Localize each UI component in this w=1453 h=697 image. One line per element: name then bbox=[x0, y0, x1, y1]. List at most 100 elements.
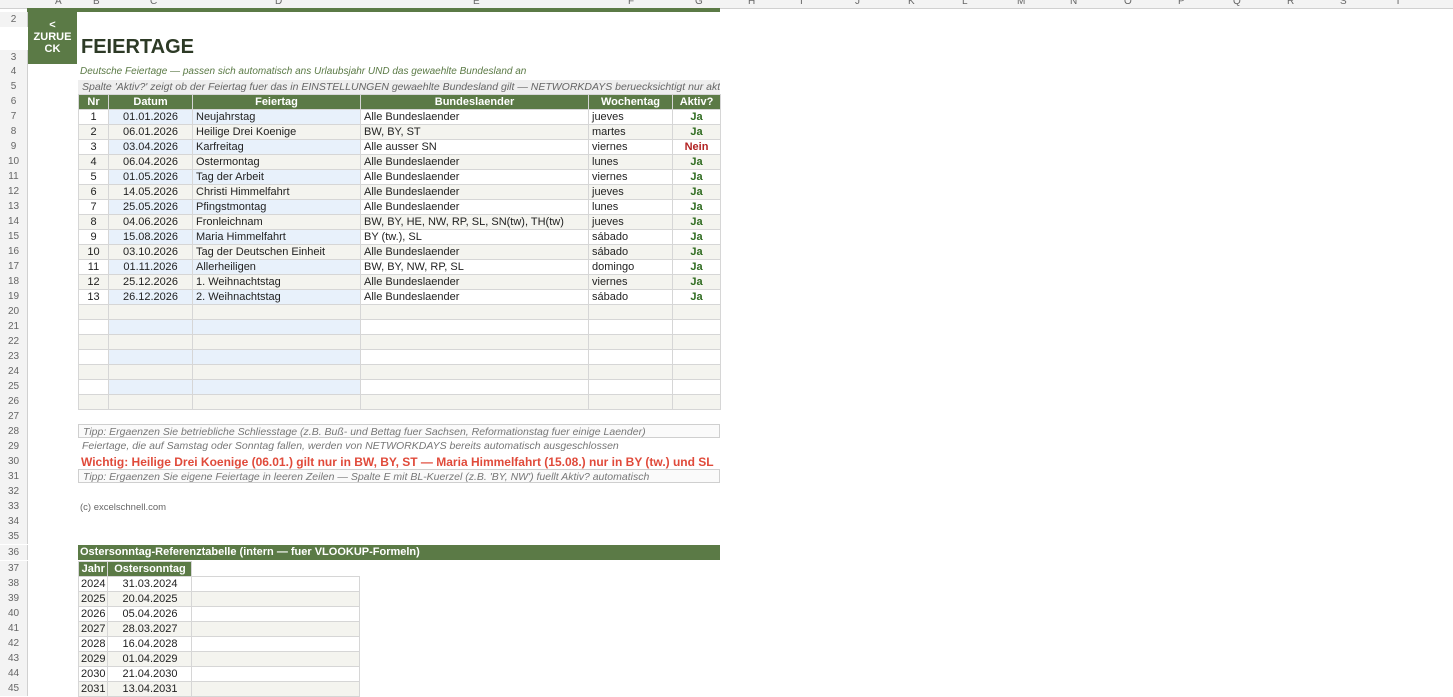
empty-cell[interactable] bbox=[360, 379, 589, 395]
cell-wochentag[interactable]: viernes bbox=[588, 274, 673, 290]
cell-feiertag[interactable]: Christi Himmelfahrt bbox=[192, 184, 361, 200]
cell-datum[interactable]: 06.01.2026 bbox=[108, 124, 193, 140]
row-number[interactable]: 38 bbox=[0, 576, 28, 591]
cell-feiertag[interactable]: Tag der Deutschen Einheit bbox=[192, 244, 361, 260]
cell-wochentag[interactable]: viernes bbox=[588, 169, 673, 185]
row-number[interactable]: 43 bbox=[0, 651, 28, 666]
row-number[interactable]: 6 bbox=[0, 94, 28, 109]
cell-datum[interactable]: 15.08.2026 bbox=[108, 229, 193, 245]
cell-nr[interactable]: 10 bbox=[78, 244, 109, 260]
empty-cell[interactable] bbox=[191, 681, 361, 697]
cell-nr[interactable]: 7 bbox=[78, 199, 109, 215]
row-number[interactable]: 30 bbox=[0, 454, 28, 469]
cell-aktiv[interactable]: Ja bbox=[672, 289, 721, 305]
cell-ostersonntag[interactable]: 01.04.2029 bbox=[107, 651, 193, 667]
cell-datum[interactable]: 01.01.2026 bbox=[108, 109, 193, 125]
empty-cell[interactable] bbox=[588, 319, 673, 335]
empty-cell[interactable] bbox=[360, 349, 589, 365]
cell-datum[interactable]: 03.04.2026 bbox=[108, 139, 193, 155]
empty-cell[interactable] bbox=[672, 304, 721, 320]
row-number[interactable]: 34 bbox=[0, 514, 28, 529]
cell-datum[interactable]: 25.12.2026 bbox=[108, 274, 193, 290]
cell-aktiv[interactable]: Ja bbox=[672, 184, 721, 200]
cell-aktiv[interactable]: Ja bbox=[672, 154, 721, 170]
cell-wochentag[interactable]: domingo bbox=[588, 259, 673, 275]
col-nr[interactable]: Nr bbox=[78, 94, 109, 110]
row-number[interactable]: 27 bbox=[0, 409, 28, 424]
column-letter[interactable]: O bbox=[1124, 0, 1132, 7]
empty-cell[interactable] bbox=[192, 364, 361, 380]
column-letter[interactable]: E bbox=[473, 0, 480, 7]
row-number[interactable]: 37 bbox=[0, 561, 28, 576]
cell-datum[interactable]: 04.06.2026 bbox=[108, 214, 193, 230]
row-number[interactable]: 10 bbox=[0, 154, 28, 169]
row-number[interactable]: 45 bbox=[0, 681, 28, 696]
row-number[interactable]: 9 bbox=[0, 139, 28, 154]
row-number[interactable]: 11 bbox=[0, 169, 28, 184]
row-number[interactable]: 23 bbox=[0, 349, 28, 364]
cell-datum[interactable]: 03.10.2026 bbox=[108, 244, 193, 260]
cell-feiertag[interactable]: Fronleichnam bbox=[192, 214, 361, 230]
cell-datum[interactable]: 26.12.2026 bbox=[108, 289, 193, 305]
empty-cell[interactable] bbox=[672, 334, 721, 350]
cell-aktiv[interactable]: Ja bbox=[672, 214, 721, 230]
empty-cell[interactable] bbox=[360, 364, 589, 380]
row-number[interactable]: 5 bbox=[0, 79, 28, 94]
empty-cell[interactable] bbox=[192, 334, 361, 350]
cell-bundeslaender[interactable]: BW, BY, NW, RP, SL bbox=[360, 259, 589, 275]
column-letter[interactable]: K bbox=[908, 0, 915, 7]
col-aktiv[interactable]: Aktiv? bbox=[672, 94, 721, 110]
column-letter[interactable]: L bbox=[962, 0, 968, 7]
cell-bundeslaender[interactable]: Alle Bundeslaender bbox=[360, 244, 589, 260]
row-number[interactable]: 4 bbox=[0, 64, 28, 79]
empty-cell[interactable] bbox=[588, 304, 673, 320]
cell-feiertag[interactable]: Pfingstmontag bbox=[192, 199, 361, 215]
cell-bundeslaender[interactable]: Alle Bundeslaender bbox=[360, 289, 589, 305]
cell-wochentag[interactable]: viernes bbox=[588, 139, 673, 155]
col-feiertag[interactable]: Feiertag bbox=[192, 94, 361, 110]
column-letter[interactable]: D bbox=[275, 0, 282, 7]
row-number[interactable]: 36 bbox=[0, 545, 28, 560]
empty-cell[interactable] bbox=[360, 334, 589, 350]
empty-cell[interactable] bbox=[78, 304, 109, 320]
empty-cell[interactable] bbox=[192, 304, 361, 320]
column-letter[interactable]: N bbox=[1070, 0, 1077, 7]
row-number[interactable]: 40 bbox=[0, 606, 28, 621]
cell-wochentag[interactable]: jueves bbox=[588, 214, 673, 230]
cell-feiertag[interactable]: Maria Himmelfahrt bbox=[192, 229, 361, 245]
column-letter[interactable]: I bbox=[800, 0, 803, 7]
cell-jahr[interactable]: 2028 bbox=[77, 636, 109, 652]
empty-cell[interactable] bbox=[108, 334, 193, 350]
column-letter[interactable]: C bbox=[150, 0, 157, 7]
row-number[interactable]: 26 bbox=[0, 394, 28, 409]
cell-bundeslaender[interactable]: BW, BY, HE, NW, RP, SL, SN(tw), TH(tw) bbox=[360, 214, 589, 230]
cell-nr[interactable]: 6 bbox=[78, 184, 109, 200]
cell-ostersonntag[interactable]: 31.03.2024 bbox=[107, 576, 193, 592]
row-number[interactable]: 44 bbox=[0, 666, 28, 681]
cell-ostersonntag[interactable]: 28.03.2027 bbox=[107, 621, 193, 637]
empty-cell[interactable] bbox=[192, 379, 361, 395]
cell-ostersonntag[interactable]: 21.04.2030 bbox=[107, 666, 193, 682]
back-button[interactable]: < ZURUE CK bbox=[28, 12, 77, 64]
empty-cell[interactable] bbox=[360, 394, 589, 410]
column-letter[interactable]: A bbox=[55, 0, 62, 7]
empty-cell[interactable] bbox=[672, 319, 721, 335]
empty-cell[interactable] bbox=[78, 319, 109, 335]
row-number[interactable]: 18 bbox=[0, 274, 28, 289]
empty-cell[interactable] bbox=[192, 319, 361, 335]
row-number[interactable]: 3 bbox=[0, 50, 28, 65]
cell-datum[interactable]: 14.05.2026 bbox=[108, 184, 193, 200]
cell-jahr[interactable]: 2027 bbox=[77, 621, 109, 637]
cell-aktiv[interactable]: Ja bbox=[672, 244, 721, 260]
cell-jahr[interactable]: 2025 bbox=[77, 591, 109, 607]
row-number[interactable]: 16 bbox=[0, 244, 28, 259]
row-number[interactable]: 19 bbox=[0, 289, 28, 304]
empty-cell[interactable] bbox=[191, 606, 361, 622]
cell-ostersonntag[interactable]: 16.04.2028 bbox=[107, 636, 193, 652]
column-letter[interactable]: S bbox=[1340, 0, 1347, 7]
empty-cell[interactable] bbox=[672, 379, 721, 395]
cell-nr[interactable]: 5 bbox=[78, 169, 109, 185]
empty-cell[interactable] bbox=[191, 651, 361, 667]
cell-aktiv[interactable]: Ja bbox=[672, 169, 721, 185]
cell-jahr[interactable]: 2031 bbox=[77, 681, 109, 697]
